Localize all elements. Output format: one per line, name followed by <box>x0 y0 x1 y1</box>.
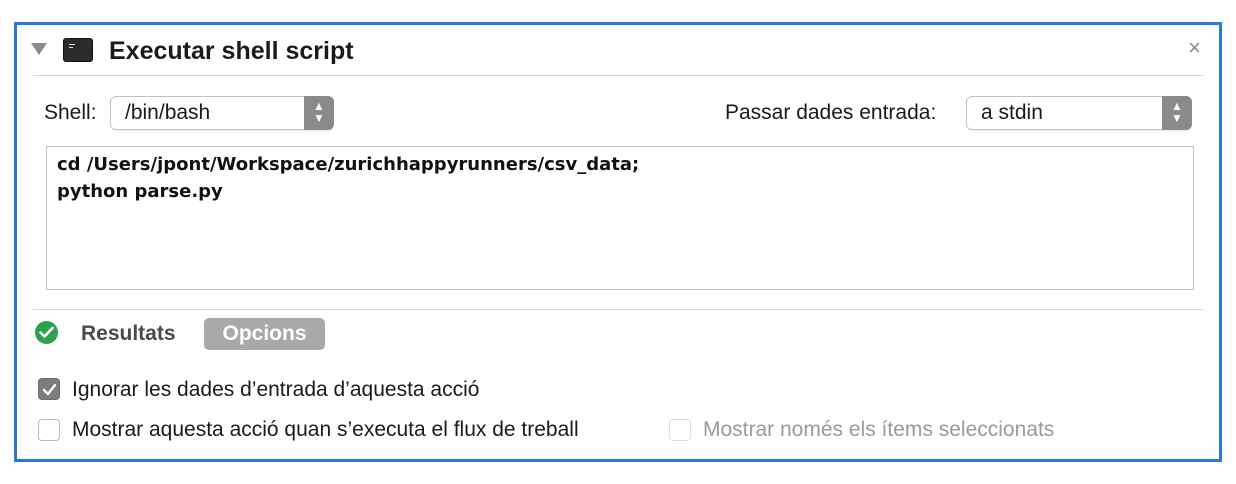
tab-options[interactable]: Opcions <box>204 318 325 350</box>
chevron-up-down-icon: ▲ ▼ <box>1171 99 1183 125</box>
disclosure-triangle-icon[interactable] <box>31 43 47 55</box>
shell-select[interactable]: /bin/bash ▲ ▼ <box>110 96 334 130</box>
header-divider <box>33 75 1203 76</box>
terminal-icon <box>63 38 93 62</box>
ignore-input-label: Ignorar les dades d’entrada d’aquesta ac… <box>72 378 480 401</box>
show-on-run-checkbox[interactable] <box>38 419 60 441</box>
input-mode-label: Passar dades entrada: <box>725 101 937 124</box>
input-mode-select[interactable]: a stdin ▲ ▼ <box>966 96 1192 130</box>
script-line: cd /Users/jpont/Workspace/zurichhappyrun… <box>57 154 640 175</box>
shell-select-stepper[interactable]: ▲ ▼ <box>304 96 334 130</box>
shell-select-value: /bin/bash <box>125 101 211 124</box>
shell-script-action-panel: Executar shell script × Shell: /bin/bash… <box>14 22 1222 462</box>
close-icon[interactable]: × <box>1188 35 1201 61</box>
action-header: Executar shell script × <box>17 25 1219 77</box>
selected-only-label: Mostrar només els ítems seleccionats <box>703 418 1055 441</box>
input-mode-select-stepper[interactable]: ▲ ▼ <box>1162 96 1192 130</box>
action-title: Executar shell script <box>109 37 354 65</box>
show-on-run-label: Mostrar aquesta acció quan s’executa el … <box>72 418 579 441</box>
tab-results[interactable]: Resultats <box>81 322 176 346</box>
chevron-up-down-icon: ▲ ▼ <box>313 99 325 125</box>
shell-label: Shell: <box>44 101 97 124</box>
input-mode-select-value: a stdin <box>981 101 1043 124</box>
ignore-input-checkbox[interactable] <box>38 378 60 400</box>
script-line: python parse.py <box>57 181 223 202</box>
selected-only-checkbox <box>669 419 691 441</box>
script-editor[interactable]: cd /Users/jpont/Workspace/zurichhappyrun… <box>46 146 1194 290</box>
section-divider <box>33 309 1203 310</box>
success-check-icon <box>35 321 58 344</box>
